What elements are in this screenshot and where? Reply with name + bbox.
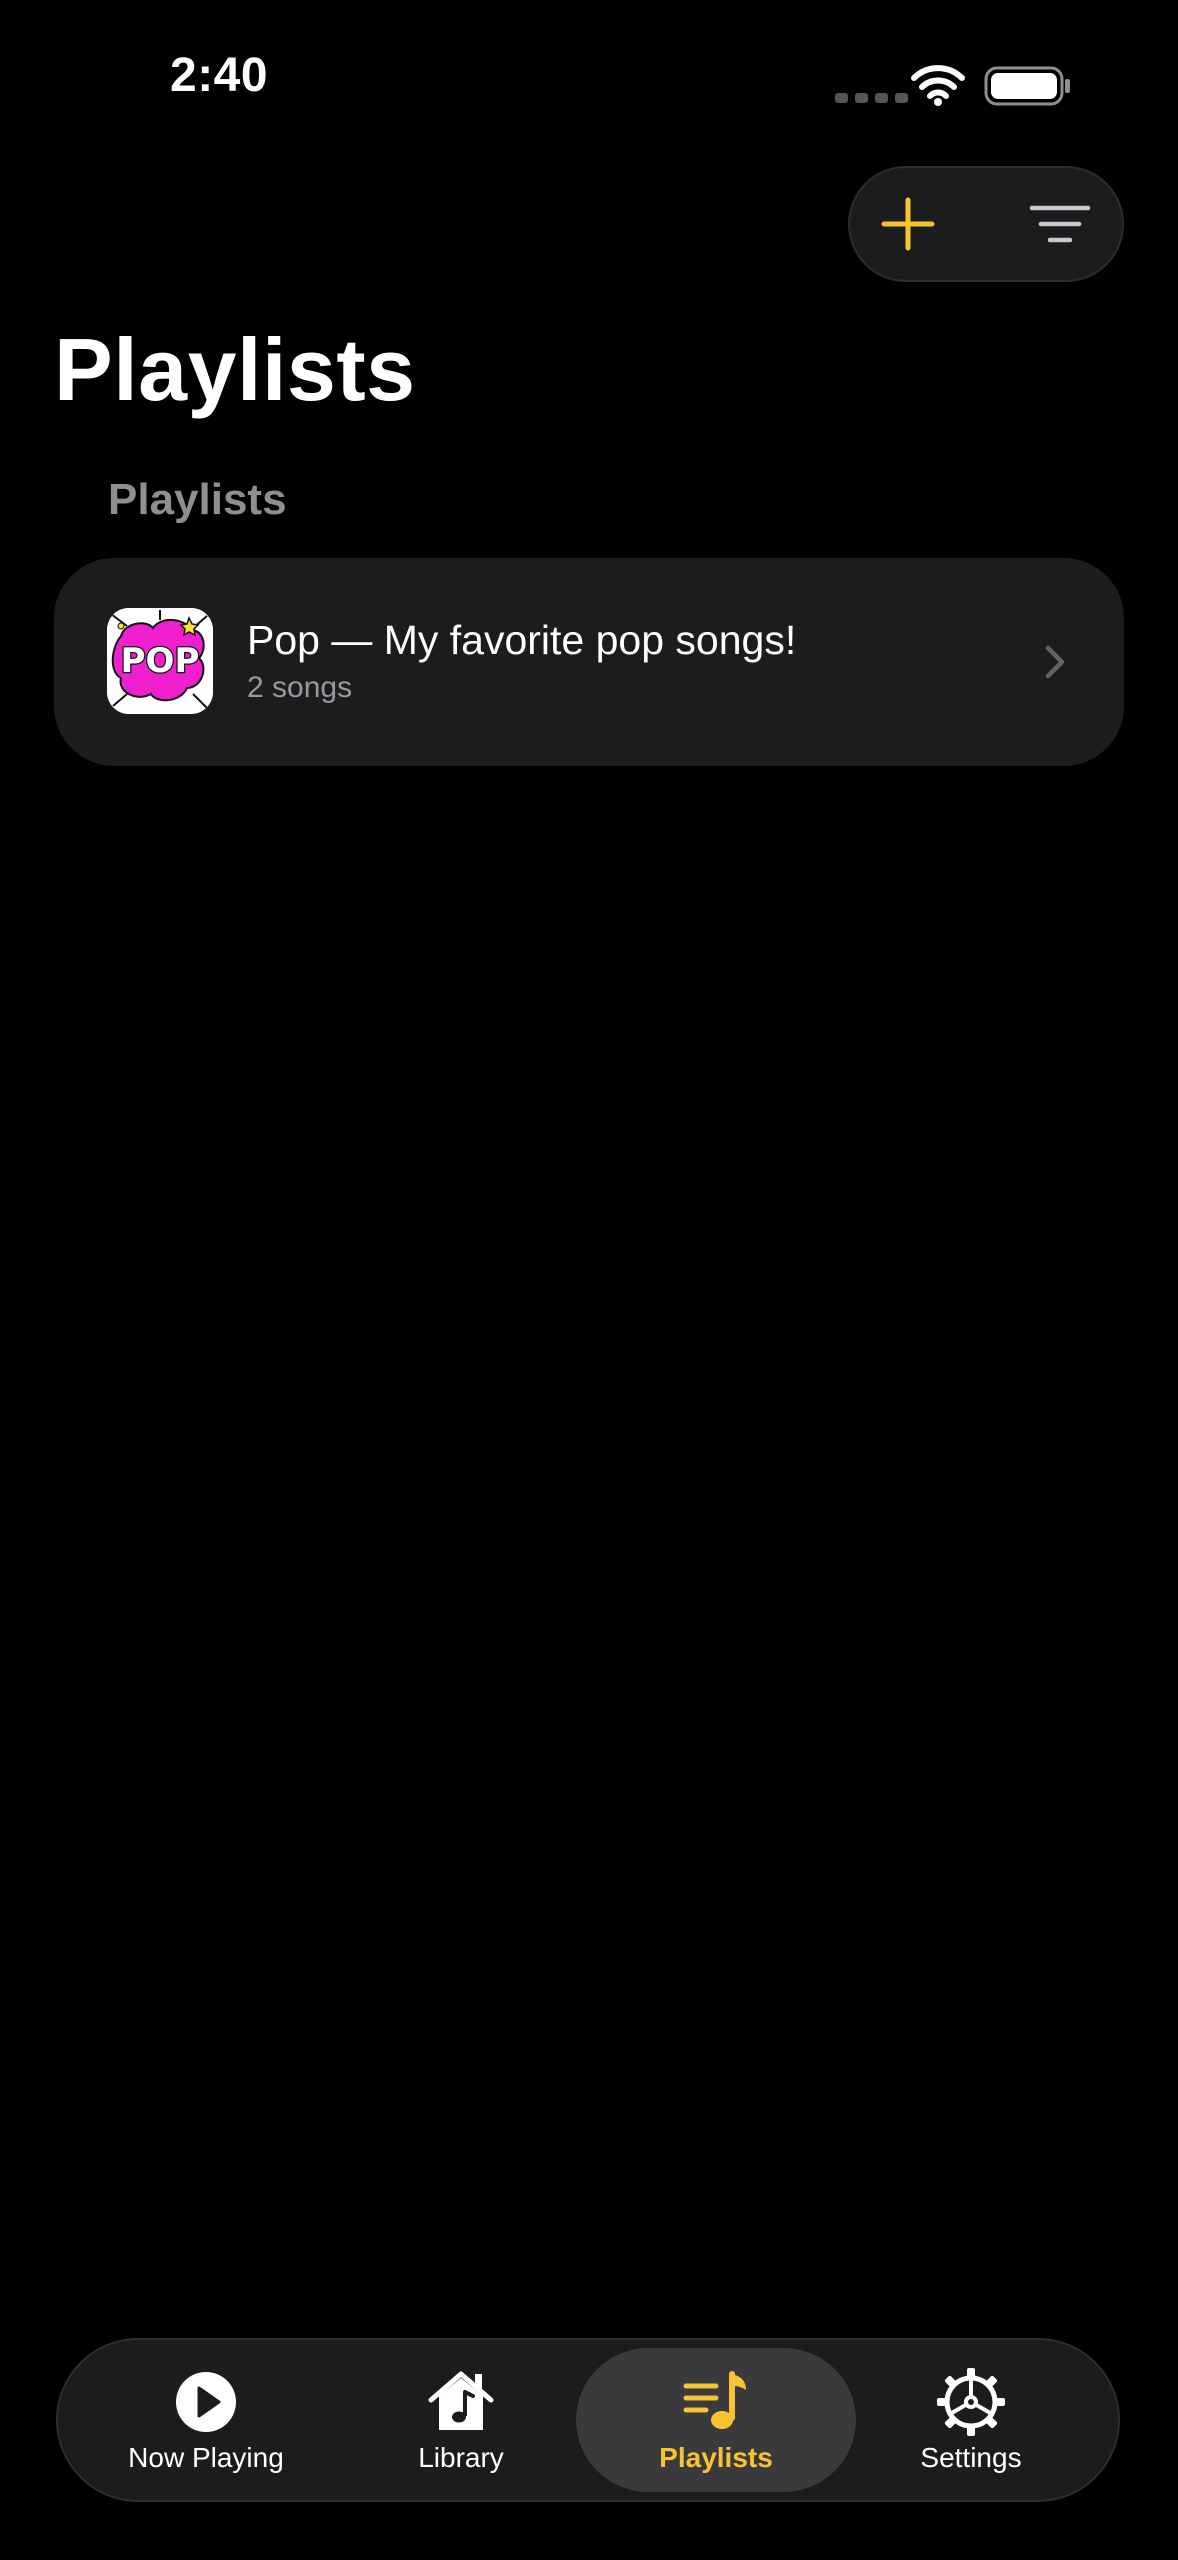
tab-now-playing[interactable]: Now Playing [76, 2346, 336, 2494]
playlist-artwork: POP [107, 608, 213, 714]
wifi-icon [911, 65, 965, 106]
playlist-song-count: 2 songs [247, 671, 353, 704]
tab-label: Library [418, 2442, 504, 2473]
sort-lines-icon [1029, 205, 1091, 243]
playlist-title: Pop — My favorite pop songs! [247, 617, 797, 663]
svg-text:POP: POP [121, 641, 200, 681]
gear-icon [937, 2368, 1005, 2436]
add-playlist-button[interactable] [862, 181, 954, 267]
playlist-icon [683, 2371, 746, 2429]
house-music-icon [428, 2371, 494, 2430]
status-time: 2:40 [170, 49, 269, 102]
battery-icon [984, 66, 1070, 106]
chevron-right-icon [1045, 645, 1065, 679]
tab-settings[interactable]: Settings [841, 2346, 1101, 2494]
cellular-signal-icon [835, 93, 908, 103]
play-circle-icon [176, 2372, 236, 2432]
tab-label: Settings [920, 2442, 1022, 2473]
sort-button[interactable] [1010, 181, 1110, 267]
tab-playlists[interactable]: Playlists [576, 2348, 856, 2492]
plus-icon [881, 197, 935, 251]
tab-label: Now Playing [128, 2442, 284, 2473]
section-header: Playlists [108, 475, 287, 524]
page-title: Playlists [54, 320, 416, 419]
tab-label: Playlists [659, 2442, 773, 2473]
tab-library[interactable]: Library [331, 2346, 591, 2494]
pop-artwork-icon: POP [107, 608, 213, 714]
